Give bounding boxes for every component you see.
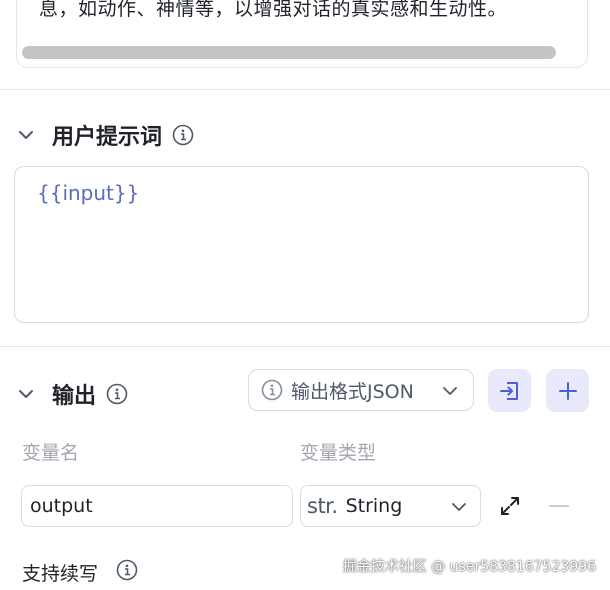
output-format-dropdown[interactable]: 输出格式JSON <box>248 369 474 411</box>
user-prompt-section-header[interactable]: 用户提示词 <box>16 119 194 151</box>
system-prompt-text: 息，如动作、神情等，以增强对话的真实感和生动性。 <box>39 0 508 20</box>
remove-variable-icon[interactable] <box>549 505 569 507</box>
info-icon[interactable] <box>172 124 194 146</box>
string-type-icon: str. <box>307 494 338 518</box>
user-prompt-content[interactable]: {{input}} <box>37 181 139 205</box>
expand-icon[interactable] <box>498 494 522 518</box>
info-icon[interactable] <box>116 559 138 581</box>
system-prompt-card: 息，如动作、神情等，以增强对话的真实感和生动性。 <box>16 0 588 68</box>
section-divider <box>0 346 610 347</box>
output-format-label: 输出格式JSON <box>291 380 414 403</box>
output-title: 输出 <box>52 384 97 409</box>
variable-name-input[interactable]: output <box>21 485 293 527</box>
watermark: 掘金技术社区 @ user5838167523996 <box>342 559 596 575</box>
horizontal-scrollbar[interactable] <box>22 46 556 59</box>
variable-type-select[interactable]: str. String <box>300 485 481 527</box>
continue-writing-label: 支持续写 <box>22 563 99 585</box>
user-prompt-title: 用户提示词 <box>52 125 163 150</box>
variable-name-header: 变量名 <box>22 442 80 464</box>
chevron-down-icon <box>452 503 466 511</box>
import-button[interactable] <box>488 369 531 412</box>
chevron-down-icon <box>443 387 457 395</box>
variable-type-label: String <box>345 495 403 517</box>
chevron-down-icon[interactable] <box>16 125 36 145</box>
info-icon <box>261 379 283 401</box>
plus-icon <box>558 381 577 400</box>
add-output-button[interactable] <box>546 369 589 412</box>
output-section-header[interactable]: 输出 <box>16 378 128 410</box>
import-icon <box>499 381 518 400</box>
variable-type-header: 变量类型 <box>300 442 377 464</box>
user-prompt-editor[interactable]: {{input}} <box>14 166 589 323</box>
info-icon[interactable] <box>106 383 128 405</box>
section-divider <box>0 89 610 90</box>
chevron-down-icon[interactable] <box>16 384 36 404</box>
